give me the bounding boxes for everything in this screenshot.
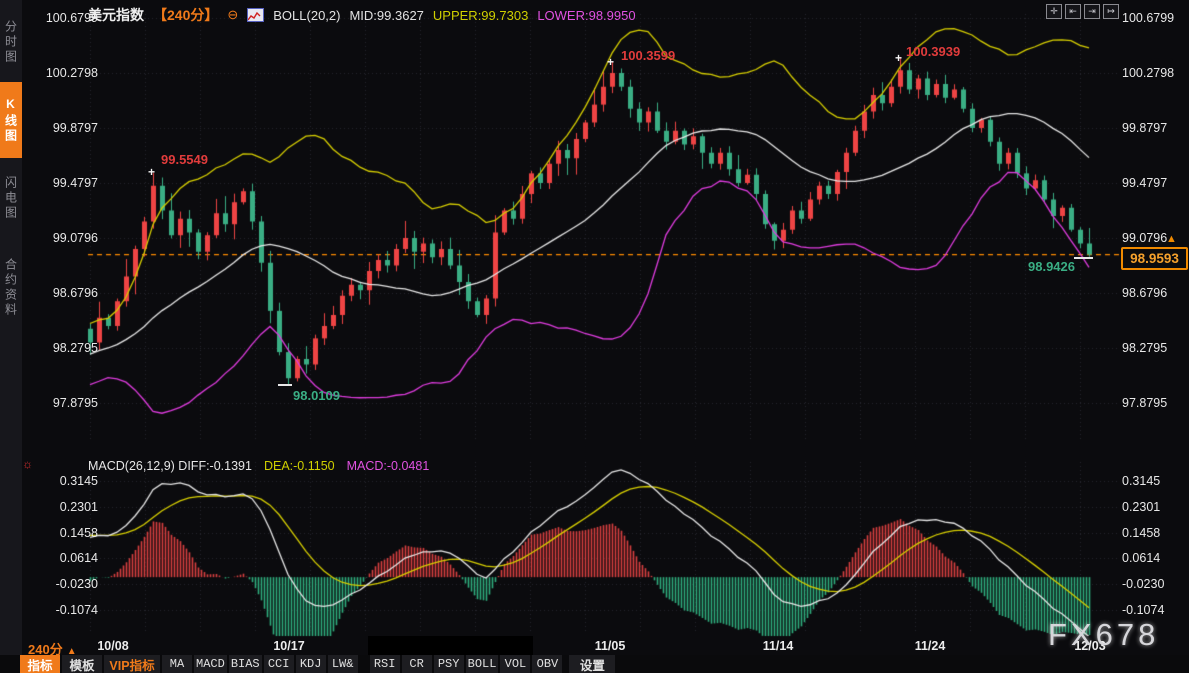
boll-mid-value: MID:99.3627 [349,8,423,23]
low-marker-2 [1074,257,1093,259]
symbol-title: 美元指数 [88,5,144,25]
macd-label-left-2: 0.2301 [26,500,98,514]
scale-left-icon[interactable]: ⇤ [1065,4,1081,19]
sidebar-item-4[interactable]: 合约资料 [0,238,22,338]
toolbar-item-LW&[interactable]: LW& [328,655,358,673]
macd-label-right-3: 0.1458 [1122,526,1189,540]
trading-chart-window: 分时图K线图闪电图合约资料 美元指数 【240分】 ⊖ BOLL(20,2) M… [0,0,1189,673]
indicator-toolbar: 指标模板VIP指标MAMACDBIASCCIKDJLW&RSICRPSYBOLL… [0,655,1189,673]
price-label-right-7: 98.2795 [1122,341,1189,355]
chart-tool-icons: ✛⇤⇥↦ [1046,4,1119,19]
macd-label-left-6: -0.1074 [26,603,98,617]
high-annotation-3: 100.3939 [906,44,960,59]
price-label-right-6: 98.6796 [1122,286,1189,300]
high-annotation-1: 99.5549 [161,152,208,167]
chart-type-sidebar: 分时图K线图闪电图合约资料 [0,0,22,673]
blackout-box [368,636,533,655]
price-label-right-1: 100.6799 [1122,11,1189,25]
toolbar-item-RSI[interactable]: RSI [370,655,400,673]
chart-type-icon[interactable] [247,8,264,22]
macd-label-left-3: 0.1458 [26,526,98,540]
period-badge[interactable]: 【240分】 [153,5,218,25]
macd-label-left-5: -0.0230 [26,577,98,591]
toolbar-item-设置[interactable]: 设置 [569,655,615,673]
macd-bar-value: MACD:-0.0481 [347,459,430,473]
toolbar-item-PSY[interactable]: PSY [434,655,464,673]
toolbar-item-VIP指标[interactable]: VIP指标 [104,655,160,673]
price-label-right-8: 97.8795 [1122,396,1189,410]
price-label-left-7: 98.2795 [26,341,98,355]
price-label-left-5: 99.0796 [26,231,98,245]
toolbar-item-CR[interactable]: CR [402,655,432,673]
macd-label-right-4: 0.0614 [1122,551,1189,565]
macd-label-right-5: -0.0230 [1122,577,1189,591]
price-label-left-2: 100.2798 [26,66,98,80]
price-label-right-4: 99.4797 [1122,176,1189,190]
boll-indicator-label: BOLL(20,2) [273,8,340,23]
toolbar-item-MACD[interactable]: MACD [194,655,227,673]
high-annotation-2: 100.3599 [621,48,675,63]
sidebar-item-1[interactable]: 分时图 [0,4,22,80]
chart-header: 美元指数 【240分】 ⊖ BOLL(20,2) MID:99.3627 UPP… [88,5,636,25]
current-price-box: 98.9593 [1121,247,1188,270]
macd-label-right-2: 0.2301 [1122,500,1189,514]
fx678-watermark: FX678 [1048,617,1159,653]
toolbar-item-BIAS[interactable]: BIAS [229,655,262,673]
toolbar-item-BOLL[interactable]: BOLL [466,655,499,673]
boll-upper-value: UPPER:99.7303 [433,8,528,23]
price-label-right-2: 100.2798 [1122,66,1189,80]
price-up-arrow-icon: ▲ [1166,233,1177,245]
price-label-right-3: 99.8797 [1122,121,1189,135]
minus-circle-icon[interactable]: ⊖ [227,7,238,23]
macd-dea-value: DEA:-0.1150 [264,459,335,473]
date-label-2: 10/17 [257,639,321,653]
low-annotation-1: 98.0109 [293,388,340,403]
sidebar-item-2[interactable]: K线图 [0,82,22,158]
date-label-4: 11/14 [746,639,810,653]
macd-header: MACD(26,12,9) DIFF:-0.1391 DEA:-0.1150 M… [88,459,429,473]
price-label-left-3: 99.8797 [26,121,98,135]
scale-right-icon[interactable]: ⇥ [1084,4,1100,19]
toolbar-item-MA[interactable]: MA [162,655,192,673]
boll-lower-value: LOWER:98.9950 [537,8,635,23]
price-label-left-6: 98.6796 [26,286,98,300]
price-label-left-8: 97.8795 [26,396,98,410]
date-label-3: 11/05 [578,639,642,653]
toolbar-item-指标[interactable]: 指标 [20,655,60,673]
chart-canvas[interactable] [0,0,1189,673]
toolbar-item-KDJ[interactable]: KDJ [296,655,326,673]
toolbar-item-模板[interactable]: 模板 [62,655,102,673]
shift-right-icon[interactable]: ↦ [1103,4,1119,19]
macd-label-right-6: -0.1074 [1122,603,1189,617]
macd-label-left-1: 0.3145 [26,474,98,488]
high-marker-3: + [895,54,902,62]
macd-diff-value: MACD(26,12,9) DIFF:-0.1391 [88,459,252,473]
indicator-settings-icon[interactable]: ☼ [22,457,33,471]
toolbar-item-CCI[interactable]: CCI [264,655,294,673]
macd-label-left-4: 0.0614 [26,551,98,565]
high-marker-2: + [607,58,614,66]
sidebar-item-3[interactable]: 闪电图 [0,160,22,236]
low-annotation-2: 98.9426 [1028,259,1075,274]
toolbar-item-OBV[interactable]: OBV [532,655,562,673]
low-marker-1 [278,384,292,386]
date-label-1: 10/08 [81,639,145,653]
pan-icon[interactable]: ✛ [1046,4,1062,19]
price-label-left-4: 99.4797 [26,176,98,190]
macd-label-right-1: 0.3145 [1122,474,1189,488]
high-marker-1: + [148,168,155,176]
date-label-5: 11/24 [898,639,962,653]
price-label-right-5: 99.0796 [1122,231,1189,245]
toolbar-item-VOL[interactable]: VOL [500,655,530,673]
